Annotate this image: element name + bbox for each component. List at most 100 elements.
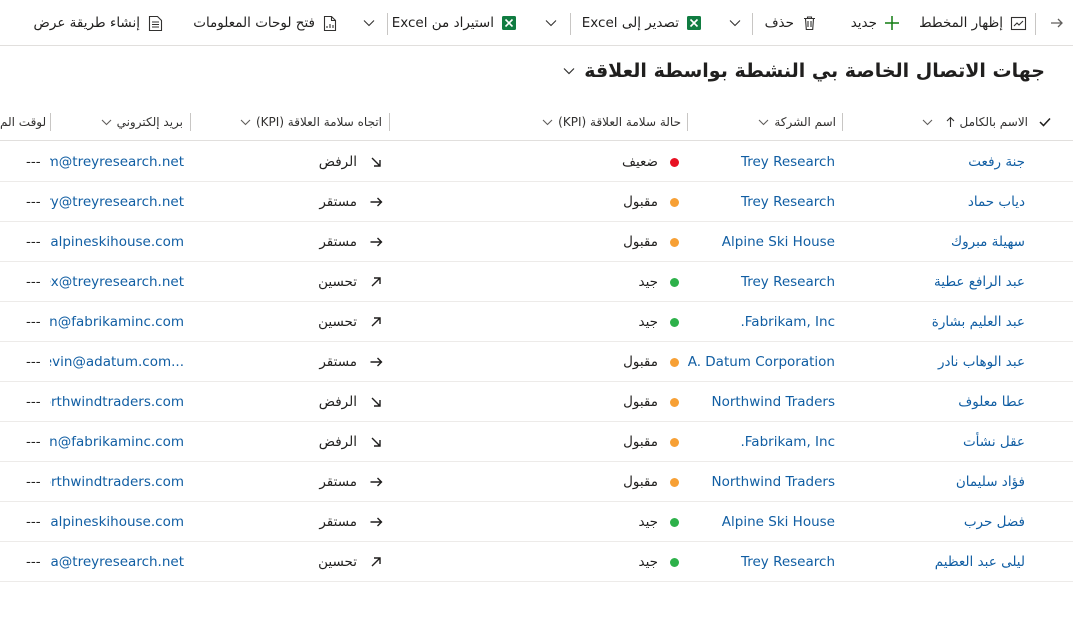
contact-name-link[interactable]: عبد الرافع عطية: [845, 262, 1025, 302]
company-link[interactable]: Fabrikam, Inc.: [675, 302, 835, 342]
time-value: ---: [26, 354, 41, 370]
email-link[interactable]: can@fabrikaminc.com: [50, 422, 184, 462]
company-link[interactable]: Fabrikam, Inc.: [675, 422, 835, 462]
table-row[interactable]: فؤاد سليمانNorthwind Traders مقبول مستقر no…: [0, 462, 1073, 502]
health-trend-label: مستقر: [319, 474, 357, 490]
email-link[interactable]: @alpineskihouse.com: [50, 502, 184, 542]
column-header-health-trend[interactable]: اتجاه سلامة العلاقة (KPI): [192, 103, 382, 141]
time-value: ---: [26, 554, 41, 570]
column-divider: [842, 113, 843, 131]
column-label: حالة سلامة العلاقة (KPI): [558, 115, 681, 129]
chevron-down-icon: [758, 119, 769, 126]
health-trend-label: مستقر: [319, 354, 357, 370]
delete-more-chevron[interactable]: [727, 0, 743, 46]
email-link[interactable]: kevin@adatum.com...: [50, 342, 184, 382]
health-state-cell: جيد: [579, 502, 679, 542]
health-state-label: مقبول: [623, 354, 658, 370]
email-link[interactable]: @alpineskihouse.com: [50, 222, 184, 262]
open-dashboards-button[interactable]: فتح لوحات المعلومات: [193, 0, 339, 46]
email-link[interactable]: kim@treyresearch.net: [50, 142, 184, 182]
show-chart-label: إظهار المخطط: [919, 15, 1003, 31]
table-row[interactable]: عطا معلوفNorthwind Traders مقبول الرفض nort…: [0, 382, 1073, 422]
company-link[interactable]: Trey Research: [675, 182, 835, 222]
table-row[interactable]: عبد العليم بشارة Fabrikam, Inc. جيد تحسين un…: [0, 302, 1073, 342]
contact-name-link[interactable]: عبد الوهاب نادر: [845, 342, 1025, 382]
trash-icon: [800, 14, 818, 32]
chevron-down-icon: [542, 119, 553, 126]
company-link[interactable]: A. Datum Corporation: [675, 342, 835, 382]
time-value: ---: [26, 474, 41, 490]
health-state-cell: مقبول: [579, 462, 679, 502]
table-row[interactable]: سهيلة مبروك Alpine Ski House مقبول مستقر @al…: [0, 222, 1073, 262]
dashboard-icon: [321, 14, 339, 32]
export-more-chevron[interactable]: [543, 0, 559, 46]
email-link[interactable]: arla@treyresearch.net: [50, 542, 184, 582]
contact-name-link[interactable]: فضل حرب: [845, 502, 1025, 542]
email-link[interactable]: northwindtraders.com: [50, 382, 184, 422]
company-link[interactable]: Alpine Ski House: [675, 502, 835, 542]
select-all-checkbox[interactable]: [1037, 103, 1053, 141]
contact-name-link[interactable]: عبد العليم بشارة: [845, 302, 1025, 342]
column-label: اتجاه سلامة العلاقة (KPI): [255, 115, 382, 129]
table-row[interactable]: عبد الرافع عطيةTrey Research جيد تحسين alex…: [0, 262, 1073, 302]
table-row[interactable]: جنة رفعتTrey Research ضعيف الرفض kim@treyre…: [0, 142, 1073, 182]
column-label: الوقت الم: [0, 115, 46, 129]
email-link[interactable]: alex@treyresearch.net: [50, 262, 184, 302]
column-header-company[interactable]: اسم الشركة: [686, 103, 836, 141]
column-header-full-name[interactable]: الاسم بالكامل: [848, 103, 1028, 141]
company-link[interactable]: Trey Research: [675, 262, 835, 302]
arrow-right-icon: [369, 515, 383, 529]
health-trend-cell: تحسين: [263, 262, 383, 302]
divider: [387, 13, 388, 35]
health-state-label: جيد: [638, 274, 658, 290]
email-link[interactable]: un@fabrikaminc.com: [50, 302, 184, 342]
contact-name-link[interactable]: عطا معلوف: [845, 382, 1025, 422]
health-state-cell: مقبول: [579, 182, 679, 222]
chart-icon: [1009, 14, 1027, 32]
contact-name-link[interactable]: سهيلة مبروك: [845, 222, 1025, 262]
status-dot: [670, 237, 679, 247]
time-value: ---: [26, 394, 41, 410]
health-trend-cell: تحسين: [263, 302, 383, 342]
status-dot: [670, 197, 679, 207]
company-link[interactable]: Trey Research: [675, 542, 835, 582]
health-state-cell: مقبول: [579, 222, 679, 262]
table-row[interactable]: فضل حرب Alpine Ski House جيد مستقر @alpinesk…: [0, 502, 1073, 542]
create-view-button[interactable]: إنشاء طريقة عرض: [34, 0, 164, 46]
delete-button[interactable]: حذف: [765, 0, 818, 46]
company-link[interactable]: Alpine Ski House: [675, 222, 835, 262]
contact-name-link[interactable]: عقل نشأت: [845, 422, 1025, 462]
table-row[interactable]: ليلى عبد العظيمTrey Research جيد تحسين arla…: [0, 542, 1073, 582]
back-button[interactable]: [1044, 0, 1066, 46]
time-value: ---: [26, 314, 41, 330]
company-link[interactable]: Northwind Traders: [675, 462, 835, 502]
chevron-down-icon: [101, 119, 112, 126]
email-link[interactable]: northwindtraders.com: [50, 462, 184, 502]
export-excel-button[interactable]: تصدير إلى Excel: [582, 0, 703, 46]
contact-name-link[interactable]: دياب حماد: [845, 182, 1025, 222]
email-link[interactable]: ery@treyresearch.net: [50, 182, 184, 222]
import-excel-button[interactable]: استيراد من Excel: [392, 0, 518, 46]
view-selector[interactable]: جهات الاتصال الخاصة بي النشطة بواسطة الع…: [562, 60, 1045, 82]
contact-name-link[interactable]: ليلى عبد العظيم: [845, 542, 1025, 582]
import-more-chevron[interactable]: [361, 0, 377, 46]
health-state-label: مقبول: [623, 234, 658, 250]
new-button[interactable]: جديد: [851, 0, 901, 46]
table-row[interactable]: عقل نشأتFabrikam, Inc. مقبول الرفض can@fabr…: [0, 422, 1073, 462]
contact-name-link[interactable]: جنة رفعت: [845, 142, 1025, 182]
table-row[interactable]: عبد الوهاب نادر A. Datum Corporation مقبول…: [0, 342, 1073, 382]
health-state-cell: مقبول: [579, 342, 679, 382]
contact-name-link[interactable]: فؤاد سليمان: [845, 462, 1025, 502]
column-header-health-state[interactable]: حالة سلامة العلاقة (KPI): [391, 103, 681, 141]
column-divider: [50, 113, 51, 131]
column-header-time[interactable]: الوقت الم: [0, 103, 46, 141]
health-state-cell: مقبول: [579, 382, 679, 422]
show-chart-button[interactable]: إظهار المخطط: [919, 0, 1027, 46]
company-link[interactable]: Trey Research: [675, 142, 835, 182]
table-row[interactable]: دياب حماد Trey Research مقبول مستقر ery@trey…: [0, 182, 1073, 222]
column-header-email[interactable]: بريد إلكتروني: [53, 103, 183, 141]
company-link[interactable]: Northwind Traders: [675, 382, 835, 422]
health-trend-label: تحسين: [318, 554, 357, 570]
create-view-label: إنشاء طريقة عرض: [33, 15, 140, 31]
health-state-label: جيد: [638, 314, 658, 330]
